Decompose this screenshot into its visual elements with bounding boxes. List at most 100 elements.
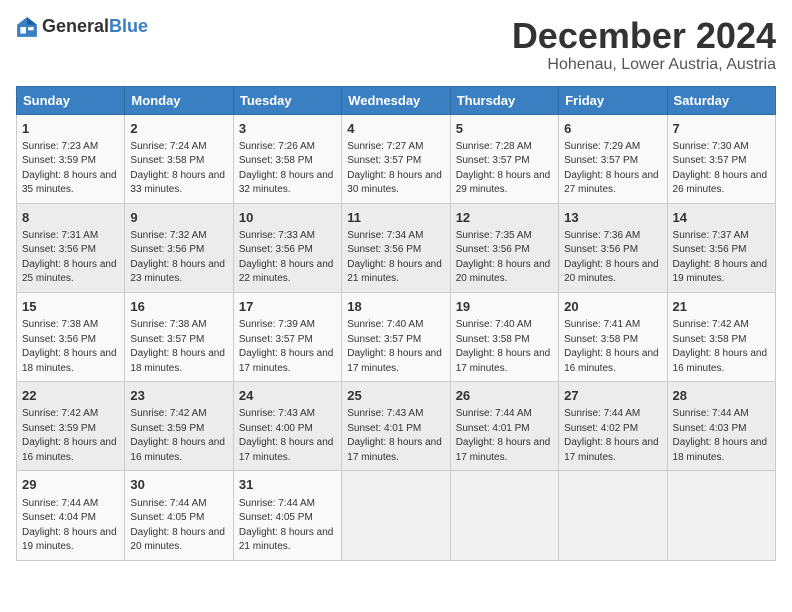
day-cell: 10 Sunrise: 7:33 AM Sunset: 3:56 PM Dayli… <box>233 203 341 292</box>
week-row-2: 8 Sunrise: 7:31 AM Sunset: 3:56 PM Daylig… <box>17 203 776 292</box>
day-cell: 20 Sunrise: 7:41 AM Sunset: 3:58 PM Dayli… <box>559 292 667 381</box>
day-number: 16 <box>130 298 227 316</box>
day-number: 21 <box>673 298 770 316</box>
day-number: 4 <box>347 120 444 138</box>
day-number: 11 <box>347 209 444 227</box>
weekday-header-tuesday: Tuesday <box>233 86 341 114</box>
day-number: 18 <box>347 298 444 316</box>
day-number: 1 <box>22 120 119 138</box>
day-number: 20 <box>564 298 661 316</box>
day-cell: 9Sunrise: 7:32 AM Sunset: 3:56 PM Daylig… <box>125 203 233 292</box>
day-number: 2 <box>130 120 227 138</box>
day-number: 31 <box>239 476 336 494</box>
day-number: 8 <box>22 209 119 227</box>
day-cell: 3 Sunrise: 7:26 AM Sunset: 3:58 PM Daylig… <box>233 114 341 203</box>
day-info: Sunrise: 7:44 AM Sunset: 4:05 PM Dayligh… <box>239 497 336 555</box>
day-cell: 2 Sunrise: 7:24 AM Sunset: 3:58 PM Daylig… <box>125 114 233 203</box>
day-cell <box>667 471 775 560</box>
location-title: Hohenau, Lower Austria, Austria <box>512 56 776 74</box>
day-number: 7 <box>673 120 770 138</box>
day-number: 15 <box>22 298 119 316</box>
day-info: Sunrise: 7:24 AM Sunset: 3:58 PM Dayligh… <box>130 140 227 198</box>
day-cell: 6 Sunrise: 7:29 AM Sunset: 3:57 PM Daylig… <box>559 114 667 203</box>
logo-icon <box>16 16 38 38</box>
day-cell: 4 Sunrise: 7:27 AM Sunset: 3:57 PM Daylig… <box>342 114 450 203</box>
calendar-header: SundayMondayTuesdayWednesdayThursdayFrid… <box>17 86 776 114</box>
calendar-table: SundayMondayTuesdayWednesdayThursdayFrid… <box>16 86 776 561</box>
day-info: Sunrise: 7:44 AM Sunset: 4:03 PM Dayligh… <box>673 407 770 465</box>
day-cell: 21 Sunrise: 7:42 AM Sunset: 3:58 PM Dayli… <box>667 292 775 381</box>
day-cell: 19 Sunrise: 7:40 AM Sunset: 3:58 PM Dayli… <box>450 292 558 381</box>
day-cell: 7Sunrise: 7:30 AM Sunset: 3:57 PM Daylig… <box>667 114 775 203</box>
title-area: December 2024 Hohenau, Lower Austria, Au… <box>512 16 776 74</box>
calendar-body: 1 Sunrise: 7:23 AM Sunset: 3:59 PM Daylig… <box>17 114 776 560</box>
day-info: Sunrise: 7:26 AM Sunset: 3:58 PM Dayligh… <box>239 140 336 198</box>
day-number: 13 <box>564 209 661 227</box>
week-row-1: 1 Sunrise: 7:23 AM Sunset: 3:59 PM Daylig… <box>17 114 776 203</box>
day-info: Sunrise: 7:42 AM Sunset: 3:59 PM Dayligh… <box>130 407 227 465</box>
day-number: 22 <box>22 387 119 405</box>
day-cell: 16Sunrise: 7:38 AM Sunset: 3:57 PM Dayli… <box>125 292 233 381</box>
day-cell: 23 Sunrise: 7:42 AM Sunset: 3:59 PM Dayli… <box>125 382 233 471</box>
day-number: 19 <box>456 298 553 316</box>
day-info: Sunrise: 7:33 AM Sunset: 3:56 PM Dayligh… <box>239 229 336 287</box>
day-info: Sunrise: 7:31 AM Sunset: 3:56 PM Dayligh… <box>22 229 119 287</box>
day-cell: 27 Sunrise: 7:44 AM Sunset: 4:02 PM Dayli… <box>559 382 667 471</box>
day-cell: 1 Sunrise: 7:23 AM Sunset: 3:59 PM Daylig… <box>17 114 125 203</box>
day-info: Sunrise: 7:34 AM Sunset: 3:56 PM Dayligh… <box>347 229 444 287</box>
weekday-header-saturday: Saturday <box>667 86 775 114</box>
day-info: Sunrise: 7:42 AM Sunset: 3:58 PM Dayligh… <box>673 318 770 376</box>
day-info: Sunrise: 7:44 AM Sunset: 4:02 PM Dayligh… <box>564 407 661 465</box>
day-number: 28 <box>673 387 770 405</box>
day-number: 24 <box>239 387 336 405</box>
day-info: Sunrise: 7:38 AM Sunset: 3:56 PM Dayligh… <box>22 318 119 376</box>
day-number: 23 <box>130 387 227 405</box>
day-number: 12 <box>456 209 553 227</box>
weekday-header-sunday: Sunday <box>17 86 125 114</box>
day-info: Sunrise: 7:28 AM Sunset: 3:57 PM Dayligh… <box>456 140 553 198</box>
logo-text: GeneralBlue <box>42 17 148 37</box>
day-info: Sunrise: 7:42 AM Sunset: 3:59 PM Dayligh… <box>22 407 119 465</box>
day-cell <box>342 471 450 560</box>
day-cell: 26Sunrise: 7:44 AM Sunset: 4:01 PM Dayli… <box>450 382 558 471</box>
day-info: Sunrise: 7:23 AM Sunset: 3:59 PM Dayligh… <box>22 140 119 198</box>
day-cell: 22 Sunrise: 7:42 AM Sunset: 3:59 PM Dayli… <box>17 382 125 471</box>
day-info: Sunrise: 7:44 AM Sunset: 4:04 PM Dayligh… <box>22 497 119 555</box>
day-number: 6 <box>564 120 661 138</box>
day-cell: 12Sunrise: 7:35 AM Sunset: 3:56 PM Dayli… <box>450 203 558 292</box>
week-row-3: 15 Sunrise: 7:38 AM Sunset: 3:56 PM Dayli… <box>17 292 776 381</box>
day-number: 5 <box>456 120 553 138</box>
day-cell: 8 Sunrise: 7:31 AM Sunset: 3:56 PM Daylig… <box>17 203 125 292</box>
day-number: 29 <box>22 476 119 494</box>
day-cell <box>559 471 667 560</box>
day-info: Sunrise: 7:41 AM Sunset: 3:58 PM Dayligh… <box>564 318 661 376</box>
day-number: 26 <box>456 387 553 405</box>
day-cell: 30 Sunrise: 7:44 AM Sunset: 4:05 PM Dayli… <box>125 471 233 560</box>
day-number: 3 <box>239 120 336 138</box>
day-info: Sunrise: 7:32 AM Sunset: 3:56 PM Dayligh… <box>130 229 227 287</box>
day-info: Sunrise: 7:39 AM Sunset: 3:57 PM Dayligh… <box>239 318 336 376</box>
day-info: Sunrise: 7:40 AM Sunset: 3:57 PM Dayligh… <box>347 318 444 376</box>
day-cell: 11 Sunrise: 7:34 AM Sunset: 3:56 PM Dayli… <box>342 203 450 292</box>
day-info: Sunrise: 7:37 AM Sunset: 3:56 PM Dayligh… <box>673 229 770 287</box>
day-cell: 29 Sunrise: 7:44 AM Sunset: 4:04 PM Dayli… <box>17 471 125 560</box>
month-title: December 2024 <box>512 16 776 56</box>
day-info: Sunrise: 7:44 AM Sunset: 4:05 PM Dayligh… <box>130 497 227 555</box>
day-cell: 18 Sunrise: 7:40 AM Sunset: 3:57 PM Dayli… <box>342 292 450 381</box>
day-info: Sunrise: 7:29 AM Sunset: 3:57 PM Dayligh… <box>564 140 661 198</box>
day-number: 30 <box>130 476 227 494</box>
weekday-header-thursday: Thursday <box>450 86 558 114</box>
day-cell: 5 Sunrise: 7:28 AM Sunset: 3:57 PM Daylig… <box>450 114 558 203</box>
day-cell: 15 Sunrise: 7:38 AM Sunset: 3:56 PM Dayli… <box>17 292 125 381</box>
day-info: Sunrise: 7:40 AM Sunset: 3:58 PM Dayligh… <box>456 318 553 376</box>
day-number: 10 <box>239 209 336 227</box>
day-cell: 28 Sunrise: 7:44 AM Sunset: 4:03 PM Dayli… <box>667 382 775 471</box>
week-row-4: 22 Sunrise: 7:42 AM Sunset: 3:59 PM Dayli… <box>17 382 776 471</box>
day-number: 14 <box>673 209 770 227</box>
day-cell: 14 Sunrise: 7:37 AM Sunset: 3:56 PM Dayli… <box>667 203 775 292</box>
day-number: 27 <box>564 387 661 405</box>
day-info: Sunrise: 7:27 AM Sunset: 3:57 PM Dayligh… <box>347 140 444 198</box>
weekday-header-friday: Friday <box>559 86 667 114</box>
day-cell: 13Sunrise: 7:36 AM Sunset: 3:56 PM Dayli… <box>559 203 667 292</box>
day-cell: 25Sunrise: 7:43 AM Sunset: 4:01 PM Dayli… <box>342 382 450 471</box>
